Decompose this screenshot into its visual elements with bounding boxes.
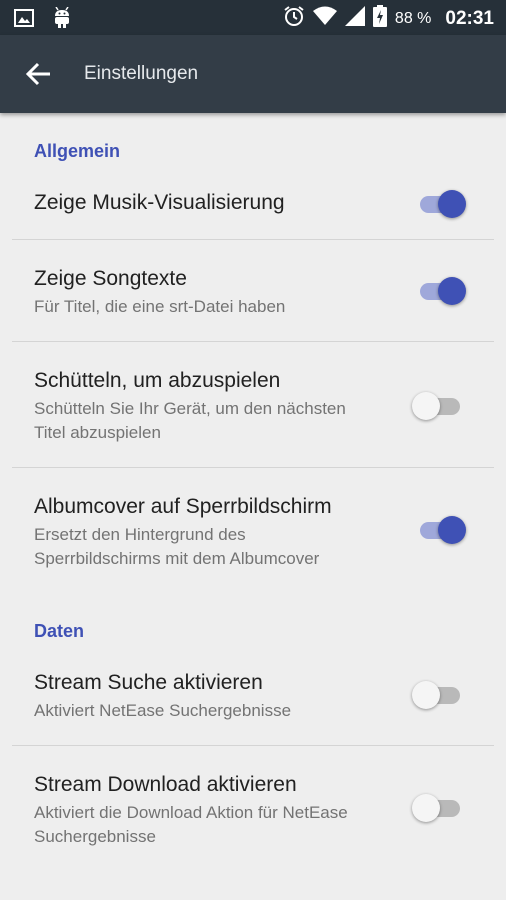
albumart-toggle[interactable] [412, 513, 470, 545]
clock: 02:31 [445, 7, 494, 29]
setting-title: Zeige Songtexte [34, 267, 187, 290]
setting-summary: Aktiviert die Download Aktion für NetEas… [34, 803, 348, 846]
setting-summary: Aktiviert NetEase Suchergebnisse [34, 701, 292, 720]
app-bar: Einstellungen [0, 35, 506, 113]
setting-title: Schütteln, um abzuspielen [34, 369, 281, 392]
setting-title: Zeige Musik-Visualisierung [34, 191, 285, 214]
alarm-icon [283, 5, 305, 32]
shake-toggle[interactable] [412, 389, 470, 421]
image-icon [14, 8, 34, 33]
setting-title: Stream Suche aktivieren [34, 671, 263, 694]
section-header-general: Allgemein [34, 141, 121, 161]
setting-stream-download[interactable]: Stream Download aktivieren Aktiviert die… [0, 746, 506, 870]
setting-summary: Für Titel, die eine srt-Datei haben [34, 297, 286, 316]
setting-stream-search[interactable]: Stream Suche aktivieren Aktiviert NetEas… [0, 648, 506, 745]
setting-shake-to-play[interactable]: Schütteln, um abzuspielen Schütteln Sie … [0, 342, 506, 467]
setting-show-lyrics[interactable]: Zeige Songtexte Für Titel, die eine srt-… [0, 240, 506, 341]
wifi-icon [312, 6, 337, 31]
setting-title: Albumcover auf Sperrbildschirm [34, 495, 332, 518]
setting-show-visualization[interactable]: Zeige Musik-Visualisierung [0, 173, 506, 239]
battery-percentage: 88 % [394, 9, 432, 27]
setting-summary: Schütteln Sie Ihr Gerät, um den nächsten… [34, 399, 346, 442]
section-header-data: Daten [34, 621, 85, 641]
status-bar: 88 % 02:31 [0, 0, 506, 35]
android-icon [52, 6, 72, 34]
setting-title: Stream Download aktivieren [34, 773, 297, 796]
stream-download-toggle[interactable] [412, 791, 470, 823]
battery-charging-icon [372, 5, 387, 32]
signal-icon [344, 6, 365, 31]
stream-search-toggle[interactable] [412, 678, 470, 710]
visualization-toggle[interactable] [412, 187, 470, 219]
setting-lockscreen-albumart[interactable]: Albumcover auf Sperrbildschirm Ersetzt d… [0, 468, 506, 588]
lyrics-toggle[interactable] [412, 274, 470, 306]
setting-summary: Ersetzt den Hintergrund des Sperrbildsch… [34, 525, 320, 568]
page-title: Einstellungen [84, 63, 199, 84]
arrow-back-icon[interactable] [24, 60, 54, 88]
